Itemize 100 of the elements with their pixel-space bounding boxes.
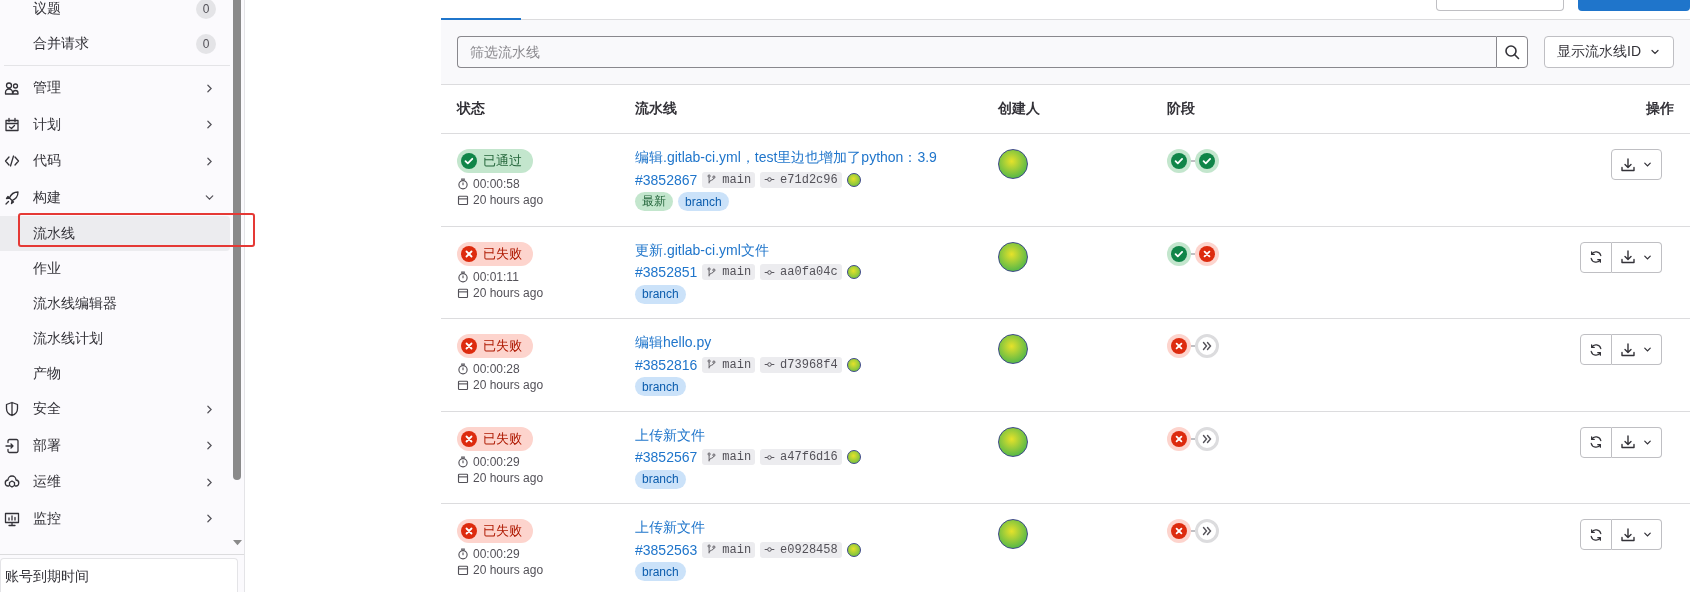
stage-skipped-icon[interactable] <box>1195 519 1219 543</box>
sidebar-item[interactable]: 作业 <box>0 251 230 286</box>
avatar[interactable] <box>846 265 861 279</box>
sidebar-item[interactable]: 计划 <box>0 106 230 143</box>
download-icon <box>1620 526 1636 543</box>
sidebar-item[interactable]: 代码 <box>0 143 230 180</box>
pipeline-id-link[interactable]: #3852567 <box>635 449 698 465</box>
retry-button[interactable] <box>1580 334 1612 365</box>
download-dropdown[interactable] <box>1611 149 1662 180</box>
calendar-icon <box>457 379 469 391</box>
timer-icon <box>457 178 469 190</box>
avatar[interactable] <box>998 241 1028 272</box>
stage-failed-icon[interactable] <box>1195 241 1219 266</box>
status-badge[interactable]: 已失败 <box>457 519 533 543</box>
branch-ref[interactable]: main <box>702 356 756 373</box>
branch-icon <box>706 359 718 370</box>
scroll-down-icon[interactable] <box>233 540 242 546</box>
avatar[interactable] <box>846 357 861 372</box>
stage-failed-icon[interactable] <box>1167 426 1191 451</box>
avatar[interactable] <box>998 426 1028 457</box>
pipeline-id-link[interactable]: #3852851 <box>635 264 698 280</box>
section-icon <box>4 153 20 170</box>
download-dropdown[interactable] <box>1612 519 1662 550</box>
stage-passed-icon[interactable] <box>1167 149 1191 173</box>
commit-title-link[interactable]: 编辑.gitlab-ci.yml，test里边也增加了python：3.9 <box>635 149 990 167</box>
display-dropdown[interactable]: 显示流水线ID <box>1544 36 1674 68</box>
download-dropdown[interactable] <box>1612 426 1662 458</box>
commit-ref[interactable]: e71d2c96 <box>760 171 842 188</box>
pipeline-id-link[interactable]: #3852867 <box>635 171 698 188</box>
stage-passed-icon[interactable] <box>1167 241 1191 266</box>
sidebar-item[interactable]: 构建 <box>0 179 230 216</box>
search-icon <box>1504 44 1520 60</box>
commit-ref[interactable]: a47f6d16 <box>760 449 842 465</box>
retry-button[interactable] <box>1580 519 1612 550</box>
branch-icon <box>706 544 718 555</box>
stage-skipped-icon[interactable] <box>1195 334 1219 358</box>
timer-icon <box>457 548 469 560</box>
tag-label: branch <box>635 469 686 489</box>
stage-passed-icon[interactable] <box>1195 149 1219 173</box>
search-button[interactable] <box>1496 36 1528 68</box>
count-badge: 0 <box>196 0 216 19</box>
avatar[interactable] <box>846 542 861 557</box>
duration-text: 00:00:29 <box>473 547 520 561</box>
sidebar-item[interactable]: 流水线 <box>0 216 230 251</box>
avatar[interactable] <box>998 149 1028 179</box>
status-badge[interactable]: 已失败 <box>457 241 533 266</box>
retry-button[interactable] <box>1580 241 1612 273</box>
sidebar-item[interactable]: 安全 <box>0 391 230 428</box>
commit-title-link[interactable]: 上传新文件 <box>635 426 990 445</box>
sidebar-item[interactable]: 产物 <box>0 356 230 391</box>
sidebar-item[interactable]: 运维 <box>0 464 230 501</box>
retry-icon <box>1589 434 1603 450</box>
retry-button[interactable] <box>1580 426 1612 458</box>
status-badge[interactable]: 已失败 <box>457 334 533 358</box>
column-header: 状态 <box>457 100 486 118</box>
avatar[interactable] <box>998 519 1028 549</box>
stage-skipped-icon[interactable] <box>1195 426 1219 451</box>
download-dropdown[interactable] <box>1612 241 1662 273</box>
search-field[interactable]: 筛选流水线 <box>457 36 1496 68</box>
pipeline-id-link[interactable]: #3852816 <box>635 356 698 373</box>
avatar[interactable] <box>846 450 861 464</box>
sidebar-item[interactable]: 管理 <box>0 70 230 107</box>
sidebar-item[interactable]: 监控 <box>0 500 230 537</box>
branch-ref[interactable]: main <box>702 449 756 465</box>
commit-ref[interactable]: d73968f4 <box>760 356 842 373</box>
commit-ref[interactable]: e0928458 <box>760 541 842 558</box>
status-badge[interactable]: 已失败 <box>457 426 533 451</box>
sidebar-item[interactable]: 流水线计划 <box>0 321 230 356</box>
commit-title-link[interactable]: 编辑hello.py <box>635 334 990 352</box>
duration-text: 00:00:28 <box>473 362 520 376</box>
column-header: 操作 <box>1646 100 1674 118</box>
pipeline-id-link[interactable]: #3852563 <box>635 541 698 558</box>
timer-icon <box>457 270 469 283</box>
sidebar-item[interactable]: 流水线编辑器 <box>0 286 230 321</box>
avatar[interactable] <box>846 172 861 187</box>
timestamp-text: 20 hours ago <box>473 563 544 577</box>
commit-title-link[interactable]: 上传新文件 <box>635 519 990 537</box>
timer-icon <box>457 363 469 375</box>
commit-ref[interactable]: aa0fa04c <box>760 264 842 280</box>
branch-icon <box>706 451 718 463</box>
commit-title-link[interactable]: 更新.gitlab-ci.yml文件 <box>635 241 990 260</box>
sidebar-item[interactable]: 议题 0 <box>0 0 230 26</box>
error-circle-icon <box>461 523 477 539</box>
chevron-down-icon <box>1642 159 1653 170</box>
scrollbar-thumb[interactable] <box>233 0 241 480</box>
stage-failed-icon[interactable] <box>1167 334 1191 358</box>
branch-ref[interactable]: main <box>702 171 756 188</box>
avatar[interactable] <box>998 334 1028 364</box>
status-badge[interactable]: 已通过 <box>457 149 533 173</box>
stage-failed-icon[interactable] <box>1167 519 1191 543</box>
sidebar-item[interactable]: 部署 <box>0 427 230 464</box>
duration-text: 00:00:29 <box>473 454 520 469</box>
section-icon <box>4 80 20 97</box>
download-dropdown[interactable] <box>1612 334 1662 365</box>
branch-ref[interactable]: main <box>702 541 756 558</box>
duration-text: 00:00:58 <box>473 177 520 191</box>
retry-icon <box>1589 341 1603 358</box>
branch-ref[interactable]: main <box>702 264 756 280</box>
column-header: 流水线 <box>635 100 678 118</box>
sidebar-item[interactable]: 合并请求 0 <box>0 26 230 61</box>
